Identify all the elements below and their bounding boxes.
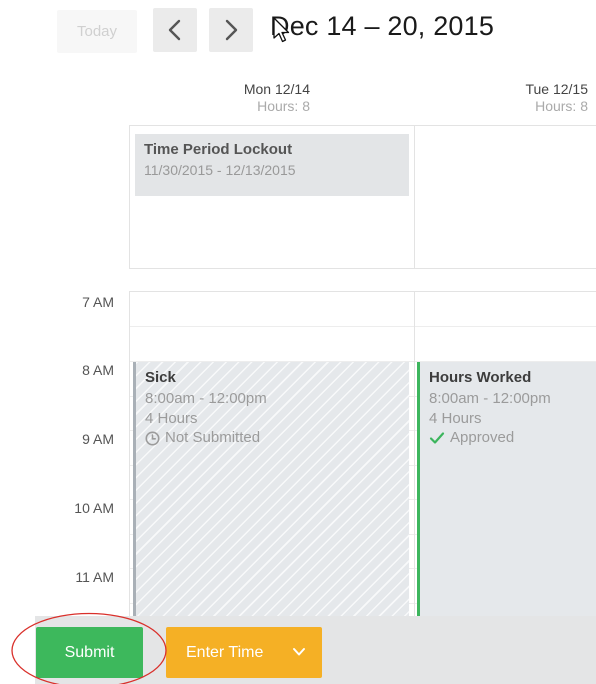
event-time: 8:00am - 12:00pm — [429, 390, 551, 407]
event-title: Sick — [145, 369, 176, 386]
day-header-mon[interactable]: Mon 12/14 Hours: 8 — [244, 81, 310, 115]
event-hours: 4 Hours — [145, 410, 198, 427]
status-text: Approved — [450, 429, 515, 446]
event-hours: 4 Hours — [429, 410, 482, 427]
time-label-8am: 8 AM — [82, 362, 114, 378]
sick-event[interactable]: Sick 8:00am - 12:00pm 4 Hours Not Submit… — [133, 362, 409, 632]
event-time: 8:00am - 12:00pm — [145, 390, 267, 407]
prev-week-button[interactable] — [153, 8, 197, 52]
clock-icon — [145, 431, 160, 445]
day-hours: Hours: 8 — [257, 98, 310, 114]
grid-line — [130, 326, 596, 327]
status-text: Not Submitted — [165, 429, 261, 446]
next-week-button[interactable] — [209, 8, 253, 52]
submit-button[interactable]: Submit — [36, 627, 143, 678]
chevron-right-icon — [225, 19, 238, 41]
lockout-title: Time Period Lockout — [144, 141, 293, 158]
time-label-11am: 11 AM — [75, 569, 114, 585]
event-status: Not Submitted — [145, 428, 400, 448]
mouse-cursor-icon — [273, 17, 290, 43]
hours-worked-event[interactable]: Hours Worked 8:00am - 12:00pm 4 Hours Ap… — [417, 362, 596, 632]
time-label-10am: 10 AM — [74, 500, 114, 516]
chevron-left-icon — [168, 19, 181, 41]
day-name: Mon 12/14 — [243, 81, 310, 97]
event-title: Hours Worked — [429, 369, 532, 386]
date-range-title: Dec 14 – 20, 2015 — [270, 11, 495, 41]
time-label-7am: 7 AM — [82, 294, 114, 310]
calendar-toolbar: Today Dec 14 – 20, 2015 — [0, 0, 596, 58]
lockout-dates: 11/30/2015 - 12/13/2015 — [144, 162, 296, 178]
enter-time-button[interactable]: Enter Time — [166, 627, 322, 678]
column-divider — [414, 126, 415, 269]
today-button[interactable]: Today — [57, 10, 137, 53]
enter-time-label: Enter Time — [186, 643, 264, 661]
check-icon — [429, 432, 445, 444]
day-name: Tue 12/15 — [525, 81, 588, 97]
chevron-down-icon[interactable] — [292, 646, 306, 658]
column-divider — [414, 292, 415, 632]
time-period-lockout-event[interactable]: Time Period Lockout 11/30/2015 - 12/13/2… — [135, 134, 409, 196]
event-status: Approved — [429, 428, 590, 448]
all-day-row: Time Period Lockout 11/30/2015 - 12/13/2… — [129, 125, 596, 269]
day-hours: Hours: 8 — [535, 98, 588, 114]
day-header-tue[interactable]: Tue 12/15 Hours: 8 — [525, 81, 588, 115]
time-label-9am: 9 AM — [82, 431, 114, 447]
